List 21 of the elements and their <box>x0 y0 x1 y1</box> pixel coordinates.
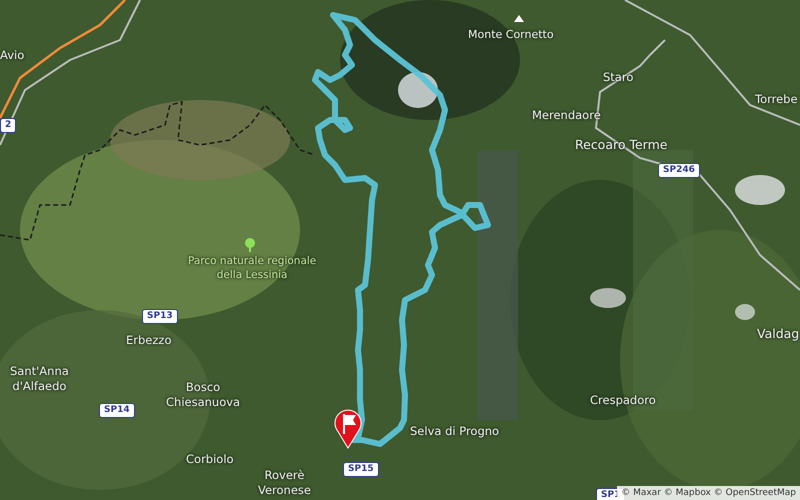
place-label: Crespadoro <box>590 393 656 408</box>
place-label: Sant'Anna d'Alfaedo <box>10 364 69 394</box>
place-label: Selva di Progno <box>410 424 500 439</box>
place-label: Valdag <box>757 326 800 342</box>
place-label: Torrebe <box>755 92 798 107</box>
road-number-sign: 2 <box>0 118 16 133</box>
flag-marker-icon[interactable] <box>334 410 362 448</box>
place-label: Bosco Chiesanuova <box>166 380 240 410</box>
road-number-sign: SP15 <box>343 462 379 477</box>
place-label: Roverè Veronese <box>258 468 311 498</box>
road-number-sign: SP14 <box>99 403 135 418</box>
peak-triangle-icon <box>514 15 524 22</box>
place-label: Erbezzo <box>126 333 172 348</box>
road-number-sign: SP246 <box>658 163 700 178</box>
road-number-sign: SP13 <box>142 309 178 324</box>
place-label: Corbiolo <box>186 452 234 467</box>
park-label: Parco naturale regionale della Lessinia <box>188 255 316 282</box>
map-attribution: © Maxar © Mapbox © OpenStreetMap <box>617 486 800 500</box>
place-label: Avio <box>0 48 24 63</box>
peak-label: Monte Cornetto <box>468 28 554 42</box>
park-tree-icon <box>245 238 255 252</box>
